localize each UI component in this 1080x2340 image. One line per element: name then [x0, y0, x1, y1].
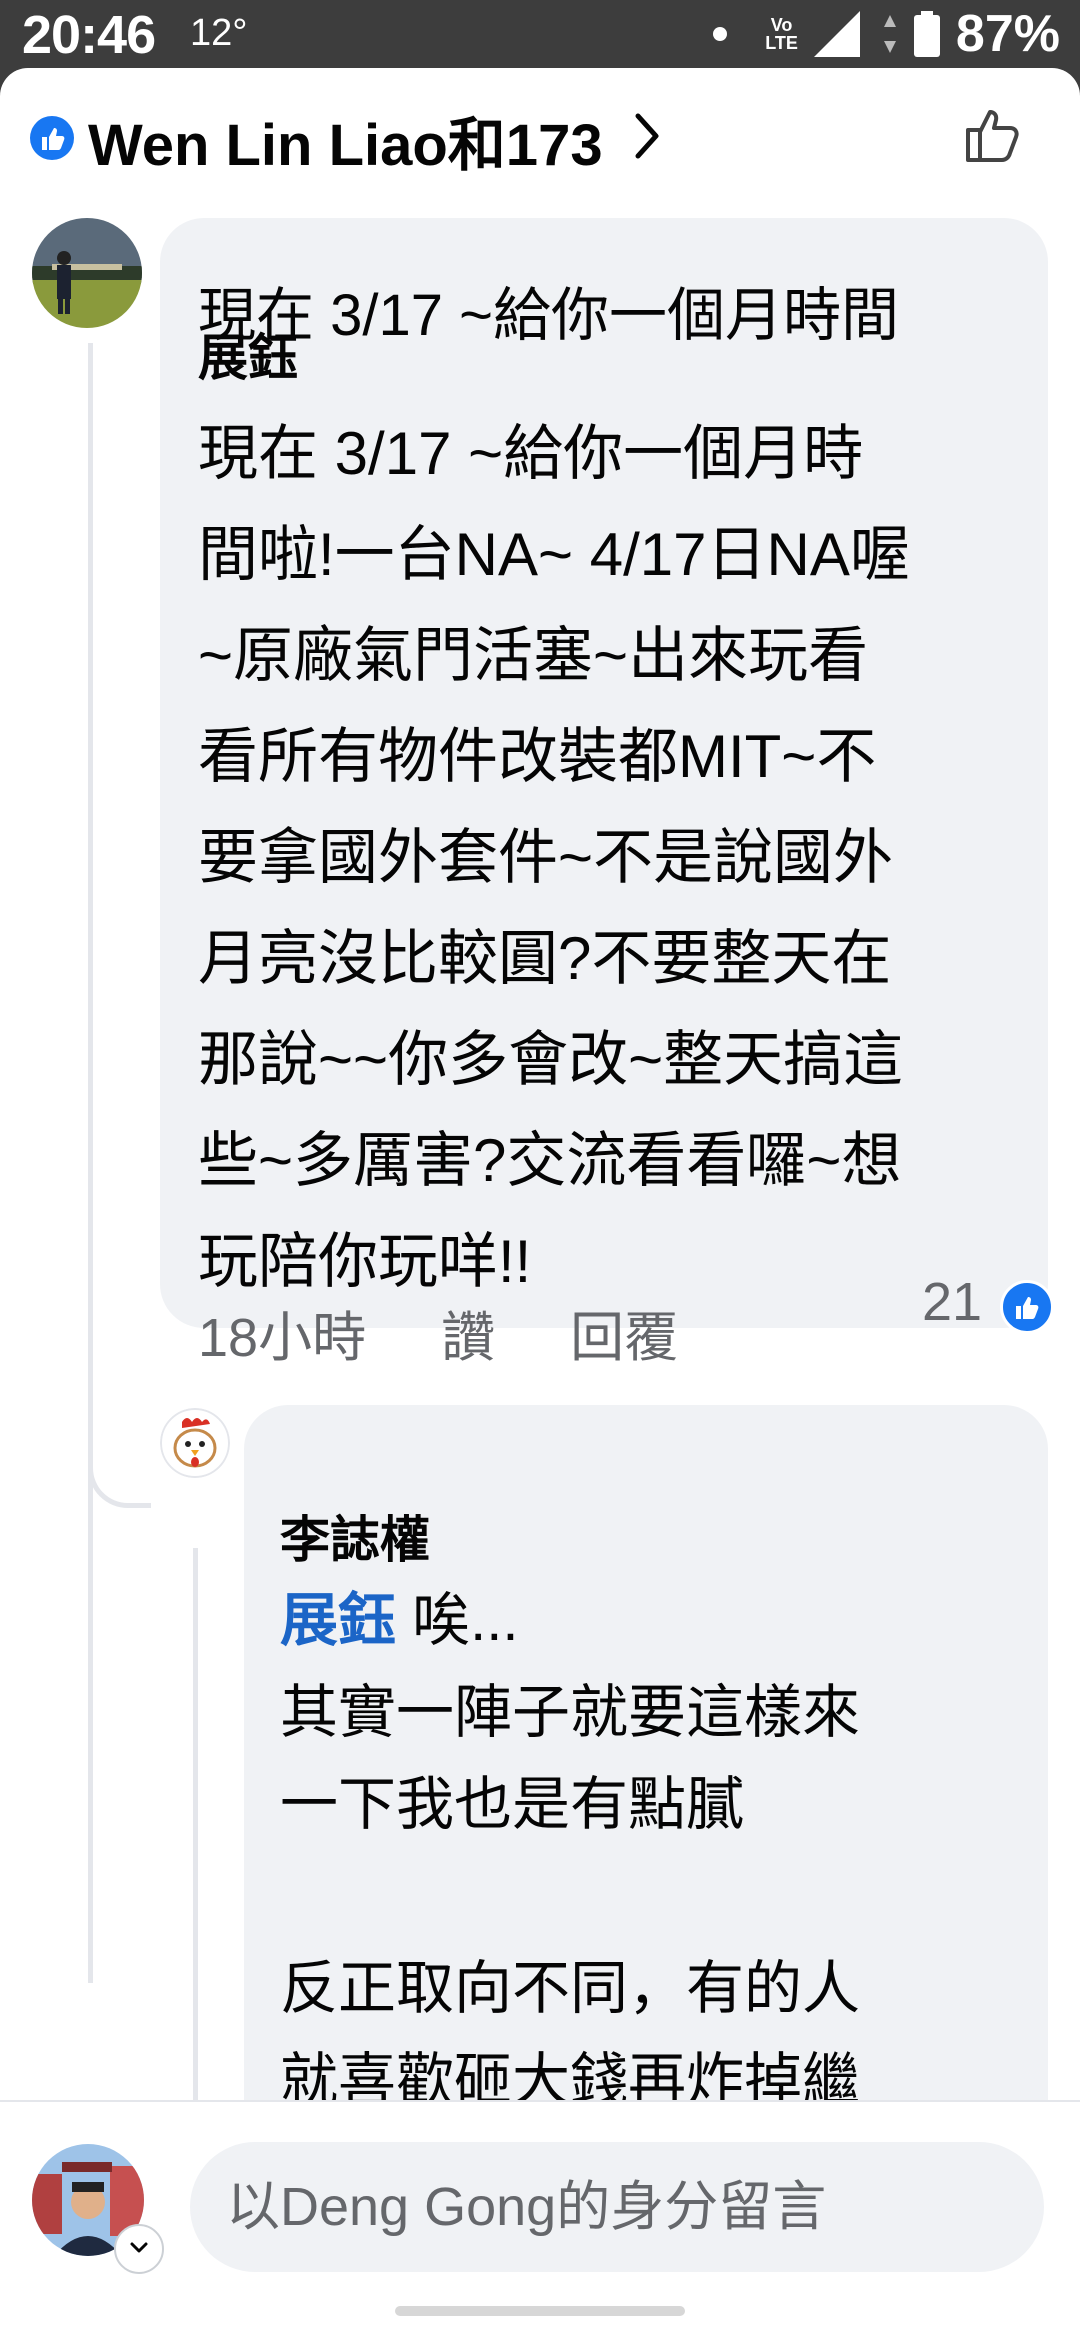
- home-indicator[interactable]: [395, 2306, 685, 2316]
- comments-sheet: Wen Lin Liao和173 展鈺 現在 3/17 ~給你一個月時 間啦!一…: [0, 68, 1080, 2340]
- status-bar: 20:46 12° Vo LTE 87%: [0, 0, 1080, 68]
- status-time: 20:46: [22, 5, 156, 65]
- reply-text-rest: 其實一陣子就要這樣來 一下我也是有點膩 反正取向不同，有的人 就喜歡砸大錢再炸掉…: [280, 1680, 861, 2113]
- reply-connector: [88, 1413, 151, 1508]
- battery-icon: [913, 11, 940, 57]
- avatar[interactable]: [32, 218, 142, 328]
- comment-time: 18小時: [198, 1308, 367, 1368]
- quoted-comment-preview: 現在 3/17 ~給你一個月時間: [198, 283, 899, 348]
- comment-bubble[interactable]: 展鈺 現在 3/17 ~給你一個月時 間啦!一台NA~ 4/17日NA喔 ~原廠…: [160, 218, 1048, 1328]
- like-button[interactable]: 讚: [441, 1308, 495, 1368]
- reply-author[interactable]: 李誌權: [280, 1500, 430, 1572]
- thread-line: [88, 343, 93, 1983]
- chevron-down-icon[interactable]: [114, 2224, 164, 2274]
- reaction-count[interactable]: 21: [922, 1271, 982, 1333]
- status-right-group: Vo LTE 87%: [713, 4, 1060, 64]
- battery-percent: 87%: [955, 5, 1060, 63]
- data-arrows-icon: [883, 15, 896, 53]
- comment-composer: [0, 2100, 1080, 2340]
- reply-avatar[interactable]: [160, 1408, 230, 1478]
- reply-button[interactable]: 回覆: [570, 1308, 678, 1368]
- reply-thread-line: [193, 1548, 198, 2168]
- signal-icon: [813, 11, 860, 57]
- chevron-right-icon[interactable]: [632, 110, 662, 162]
- comment-text: 現在 3/17 ~給你一個月時 間啦!一台NA~ 4/17日NA喔 ~原廠氣門活…: [198, 420, 910, 1295]
- status-temperature: 12°: [190, 12, 248, 54]
- reactions-header[interactable]: Wen Lin Liao和173: [0, 68, 1080, 198]
- thumbs-up-outline-icon[interactable]: [962, 102, 1026, 166]
- mention-link[interactable]: 展鈺: [280, 1588, 396, 1653]
- volte-icon: Vo LTE: [765, 15, 798, 53]
- reply-text-first: 唉...: [412, 1588, 519, 1653]
- reply-text: 展鈺 唉... 其實一陣子就要這樣來 一下我也是有點膩 反正取向不同，有的人 就…: [280, 1575, 1020, 2127]
- comment-input[interactable]: [190, 2142, 1044, 2272]
- comment-actions: 18小時 讚 回覆: [198, 1293, 738, 1372]
- reactions-title[interactable]: Wen Lin Liao和173: [88, 98, 603, 182]
- like-reaction-icon: [1000, 1280, 1054, 1334]
- like-badge-icon: [30, 116, 74, 160]
- notification-dot-icon: [713, 27, 728, 41]
